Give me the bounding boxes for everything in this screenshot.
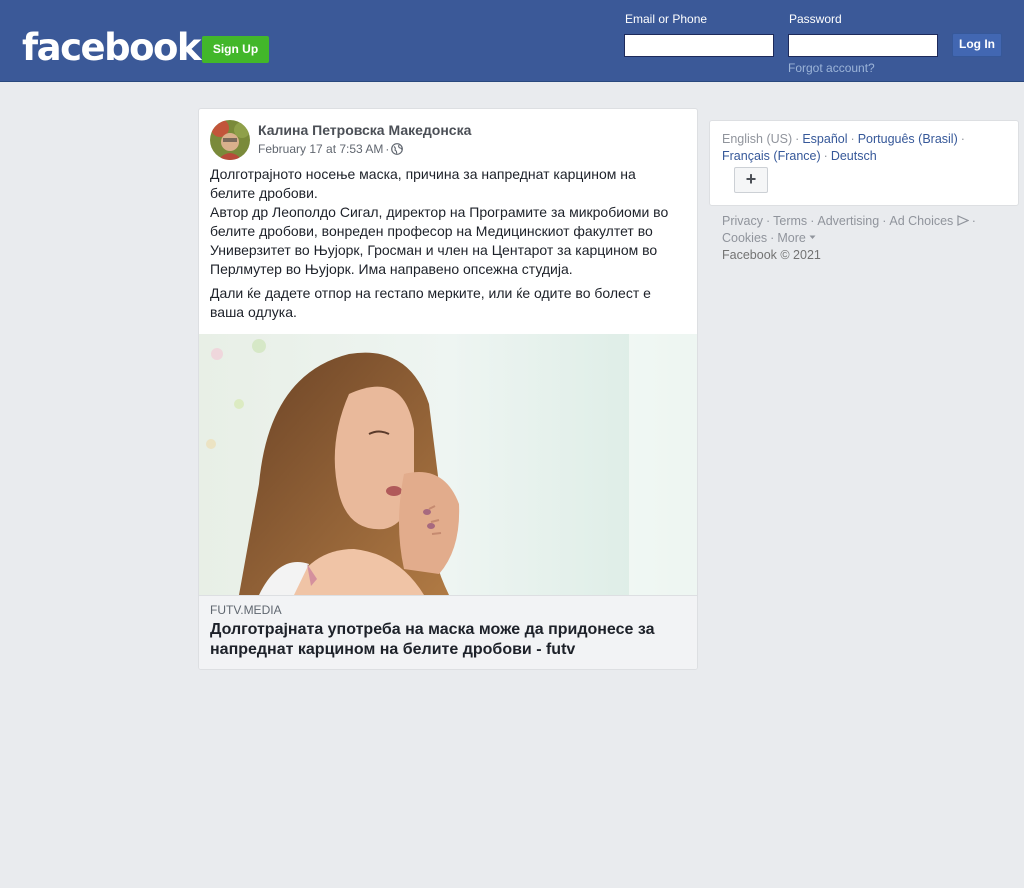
post-paragraph: Долготрајното носење маска, причина за н… [210, 166, 669, 277]
footer-link-advertising[interactable]: Advertising [817, 214, 879, 228]
footer-link-more[interactable]: More [777, 231, 805, 245]
password-field[interactable] [788, 34, 938, 57]
globe-icon [391, 143, 404, 155]
avatar[interactable] [210, 120, 250, 160]
facebook-logo[interactable]: facebook [22, 26, 202, 70]
post-card: Калина Петровска Македонска February 17 … [198, 108, 698, 670]
post-paragraph: Дали ќе дадете отпор на гестапо мерките,… [210, 285, 651, 320]
sign-up-button[interactable]: Sign Up [202, 36, 269, 63]
ad-choices-icon [957, 215, 970, 226]
link-title[interactable]: Долготрајната употреба на маска може да … [210, 620, 690, 660]
language-list: English (US) · Español · Português (Brasil) ·… [722, 132, 965, 163]
language-selector: English (US) · Español · Português (Brasil) ·… [709, 120, 1019, 206]
password-label: Password [789, 12, 842, 26]
meta-separator: · [385, 142, 390, 156]
post-image[interactable] [199, 334, 697, 595]
email-field[interactable] [624, 34, 774, 57]
post-meta: February 17 at 7:53 AM · [258, 142, 404, 156]
post-text: Долготрајното носење маска, причина за н… [210, 165, 680, 327]
top-bar: facebook Sign Up Email or Phone Password… [0, 0, 1024, 82]
footer-link-terms[interactable]: Terms [773, 214, 807, 228]
link-preview[interactable]: FUTV.MEDIA Долготрајната употреба на мас… [199, 595, 697, 669]
language-link-deutsch[interactable]: Deutsch [831, 149, 877, 163]
email-label: Email or Phone [625, 12, 708, 26]
chevron-down-icon [809, 235, 816, 239]
language-link-espanol[interactable]: Español [802, 132, 847, 146]
footer-link-cookies[interactable]: Cookies [722, 231, 767, 245]
post-timestamp[interactable]: February 17 at 7:53 AM [258, 142, 383, 156]
footer-link-privacy[interactable]: Privacy [722, 214, 763, 228]
language-link-portugues[interactable]: Português (Brasil) [858, 132, 958, 146]
footer: Privacy · Terms · Advertising · Ad Choices · C… [722, 214, 976, 262]
current-language: English (US) [722, 132, 793, 146]
copyright: Facebook © 2021 [722, 248, 821, 262]
more-languages-button[interactable]: + [734, 167, 768, 193]
post-author[interactable]: Калина Петровска Македонска [258, 122, 471, 138]
link-source: FUTV.MEDIA [210, 603, 282, 617]
forgot-account-link[interactable]: Forgot account? [788, 61, 875, 75]
footer-link-ad-choices[interactable]: Ad Choices [889, 214, 953, 228]
language-link-francais[interactable]: Français (France) [722, 149, 821, 163]
log-in-button[interactable]: Log In [952, 33, 1002, 57]
